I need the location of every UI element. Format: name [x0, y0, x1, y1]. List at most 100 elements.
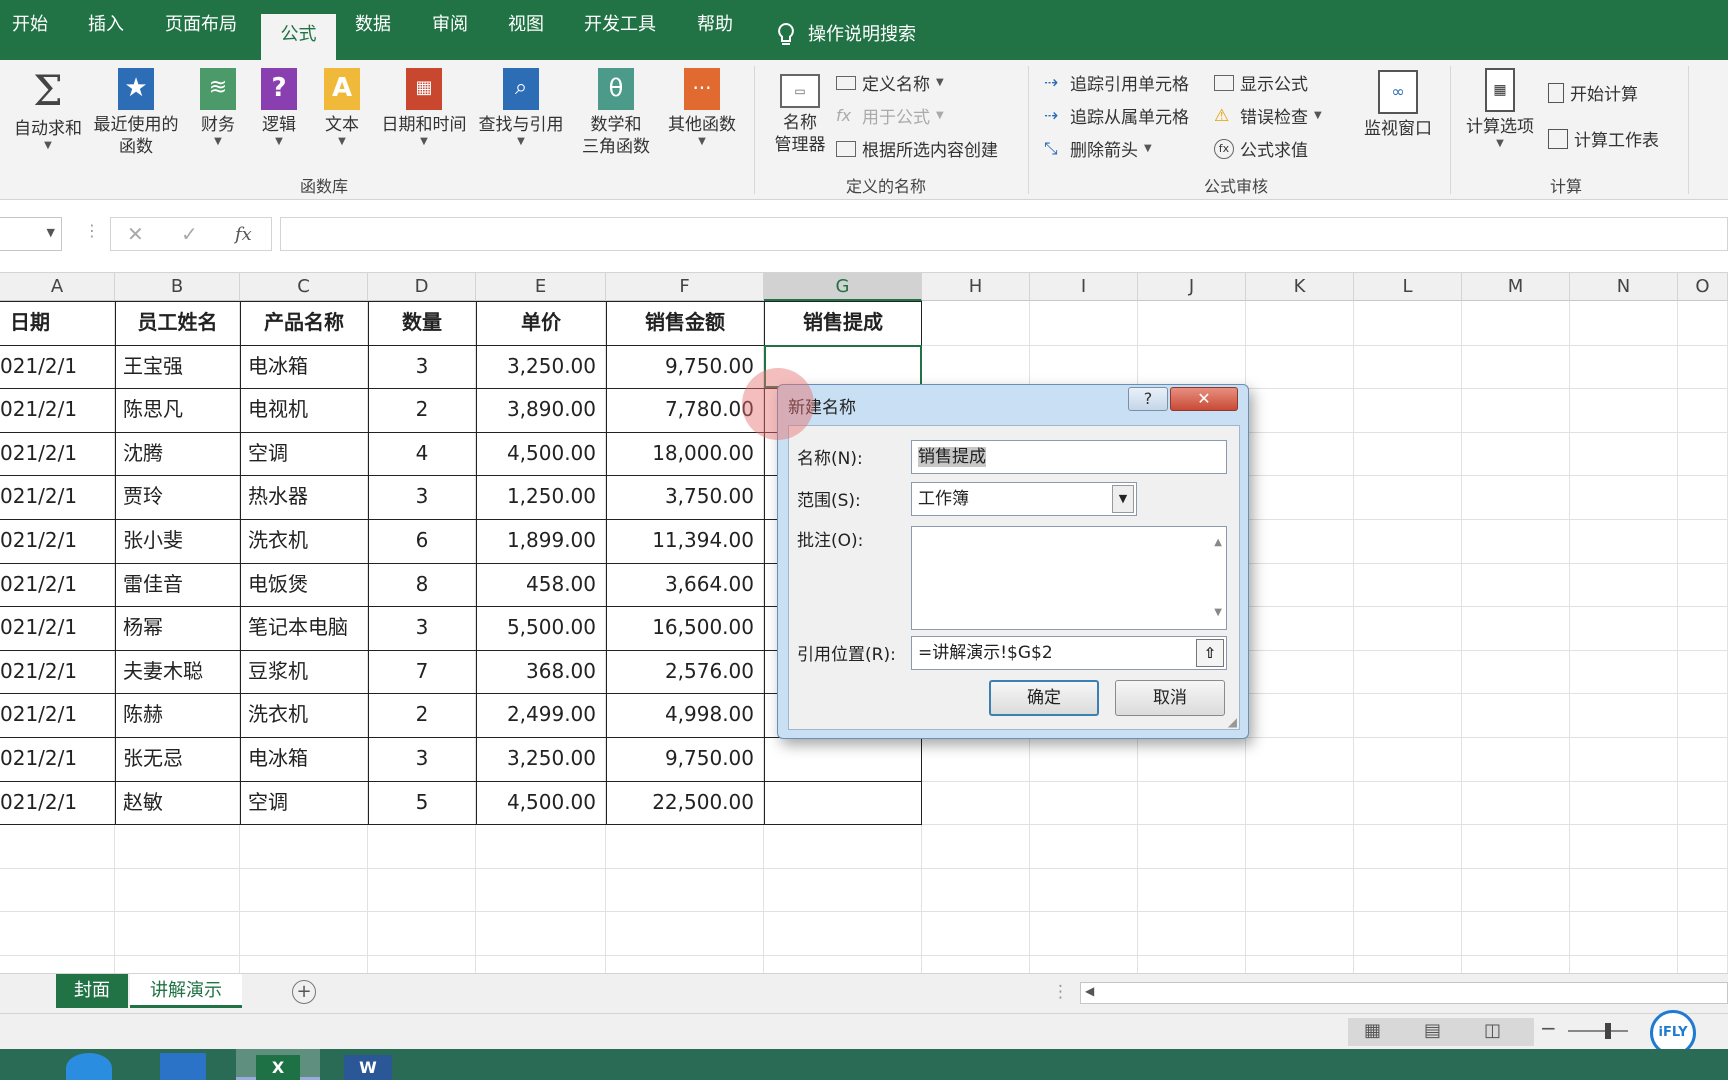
table-cell[interactable]: 2,576.00 [606, 650, 764, 692]
table-cell[interactable]: 8 [368, 563, 476, 605]
taskbar-app-icon[interactable] [66, 1053, 112, 1080]
tab-view[interactable]: 视图 [508, 14, 544, 60]
zoom-slider[interactable] [1568, 1023, 1628, 1039]
table-cell[interactable]: 021/2/1 [0, 781, 115, 823]
use-in-formula-button[interactable]: fx 用于公式 ▼ [836, 103, 944, 129]
table-cell[interactable]: 4,500.00 [476, 432, 606, 474]
zoom-out-icon[interactable]: − [1540, 1016, 1557, 1040]
column-header-e[interactable]: E [476, 273, 606, 301]
tab-help[interactable]: 帮助 [697, 14, 733, 60]
table-header-cell[interactable]: 销售提成 [764, 301, 922, 343]
table-cell[interactable]: 3 [368, 475, 476, 517]
cancel-icon[interactable]: ✕ [127, 222, 144, 246]
column-header-j[interactable]: J [1138, 273, 1246, 301]
page-layout-view-icon[interactable]: ▤ [1424, 1020, 1441, 1041]
column-header-o[interactable]: O [1678, 273, 1728, 301]
column-header-h[interactable]: H [922, 273, 1030, 301]
table-cell[interactable]: 贾玲 [115, 475, 240, 517]
tell-me-search[interactable]: 操作说明搜索 [776, 12, 916, 58]
table-cell[interactable]: 3 [368, 606, 476, 648]
table-cell[interactable]: 王宝强 [115, 345, 240, 387]
remove-arrows-button[interactable]: ⤡ 删除箭头 ▼ [1044, 136, 1152, 162]
column-header-g[interactable]: G [764, 273, 922, 301]
table-header-cell[interactable]: 销售金额 [606, 301, 764, 343]
resize-grip-icon[interactable]: ◢ [1228, 715, 1237, 729]
tab-data[interactable]: 数据 [355, 14, 391, 60]
calculate-sheet-button[interactable]: 计算工作表 [1548, 126, 1659, 151]
table-cell[interactable]: 021/2/1 [0, 475, 115, 517]
table-cell[interactable]: 3 [368, 345, 476, 387]
table-cell[interactable]: 洗衣机 [240, 519, 368, 561]
tab-home[interactable]: 开始 [12, 14, 48, 60]
column-header-b[interactable]: B [115, 273, 240, 301]
table-cell[interactable]: 1,899.00 [476, 519, 606, 561]
autosum-button[interactable]: Σ 自动求和 ▼ [10, 68, 86, 152]
more-functions-button[interactable]: ··· 其他函数 ▼ [664, 68, 740, 148]
table-cell[interactable]: 3,750.00 [606, 475, 764, 517]
table-cell[interactable]: 368.00 [476, 650, 606, 692]
scroll-left-icon[interactable]: ◀ [1085, 984, 1094, 998]
table-cell[interactable]: 021/2/1 [0, 563, 115, 605]
error-checking-button[interactable]: ⚠ 错误检查 ▼ [1214, 103, 1322, 129]
table-cell[interactable]: 7,780.00 [606, 388, 764, 430]
table-cell[interactable]: 9,750.00 [606, 737, 764, 779]
table-cell[interactable]: 空调 [240, 432, 368, 474]
datetime-button[interactable]: ▦ 日期和时间 ▼ [376, 68, 472, 148]
page-break-view-icon[interactable]: ◫ [1484, 1020, 1501, 1041]
watch-window-button[interactable]: ∞ 监视窗口 [1360, 70, 1436, 140]
column-header-n[interactable]: N [1570, 273, 1678, 301]
table-cell[interactable]: 电饭煲 [240, 563, 368, 605]
text-functions-button[interactable]: A 文本 ▼ [318, 68, 366, 148]
table-cell[interactable]: 11,394.00 [606, 519, 764, 561]
close-button[interactable]: ✕ [1170, 387, 1238, 411]
table-cell[interactable]: 2 [368, 388, 476, 430]
table-cell[interactable]: 021/2/1 [0, 650, 115, 692]
tab-page-layout[interactable]: 页面布局 [165, 14, 237, 60]
cancel-button[interactable]: 取消 [1115, 680, 1225, 716]
evaluate-formula-button[interactable]: fx 公式求值 [1214, 136, 1308, 161]
table-cell[interactable]: 电冰箱 [240, 737, 368, 779]
table-cell[interactable]: 4,998.00 [606, 693, 764, 735]
column-header-d[interactable]: D [368, 273, 476, 301]
table-cell[interactable]: 赵敏 [115, 781, 240, 823]
tab-insert[interactable]: 插入 [88, 14, 124, 60]
table-cell[interactable]: 热水器 [240, 475, 368, 517]
table-cell[interactable]: 2,499.00 [476, 693, 606, 735]
table-cell[interactable]: 021/2/1 [0, 606, 115, 648]
table-header-cell[interactable]: 产品名称 [240, 301, 368, 343]
table-cell[interactable]: 夫妻木聪 [115, 650, 240, 692]
column-header-k[interactable]: K [1246, 273, 1354, 301]
show-formulas-button[interactable]: 显示公式 [1214, 70, 1308, 95]
table-cell[interactable]: 18,000.00 [606, 432, 764, 474]
column-header-a[interactable]: A [0, 273, 115, 301]
table-header-cell[interactable]: 员工姓名 [115, 301, 240, 343]
table-cell[interactable]: 张无忌 [115, 737, 240, 779]
table-cell[interactable]: 3,250.00 [476, 737, 606, 779]
ok-button[interactable]: 确定 [989, 680, 1099, 716]
taskbar-app-icon[interactable] [160, 1053, 206, 1080]
tab-review[interactable]: 审阅 [432, 14, 468, 60]
table-cell[interactable]: 3,250.00 [476, 345, 606, 387]
column-header-f[interactable]: F [606, 273, 764, 301]
table-cell[interactable]: 021/2/1 [0, 519, 115, 561]
name-field[interactable]: 销售提成 [911, 440, 1227, 474]
table-cell[interactable]: 5 [368, 781, 476, 823]
table-cell[interactable]: 电视机 [240, 388, 368, 430]
horizontal-scrollbar[interactable]: ◀ [1080, 982, 1728, 1004]
formula-input[interactable] [280, 217, 1728, 251]
table-header-cell[interactable]: 数量 [368, 301, 476, 343]
table-cell[interactable]: 张小斐 [115, 519, 240, 561]
table-cell[interactable]: 7 [368, 650, 476, 692]
add-sheet-button[interactable]: + [292, 980, 316, 1004]
define-name-button[interactable]: 定义名称 ▼ [836, 70, 944, 95]
collapse-dialog-icon[interactable]: ⇧ [1196, 639, 1224, 667]
insert-function-icon[interactable]: fx [235, 224, 252, 245]
tab-formulas[interactable]: 公式 [261, 14, 336, 60]
table-cell[interactable]: 4 [368, 432, 476, 474]
normal-view-icon[interactable]: ▦ [1364, 1020, 1381, 1041]
table-cell[interactable]: 3,664.00 [606, 563, 764, 605]
chevron-down-icon[interactable]: ▼ [1112, 485, 1134, 513]
table-cell[interactable]: 021/2/1 [0, 345, 115, 387]
name-manager-button[interactable]: ▭ 名称 管理器 [768, 74, 832, 156]
zoom-slider-thumb[interactable] [1605, 1023, 1612, 1039]
